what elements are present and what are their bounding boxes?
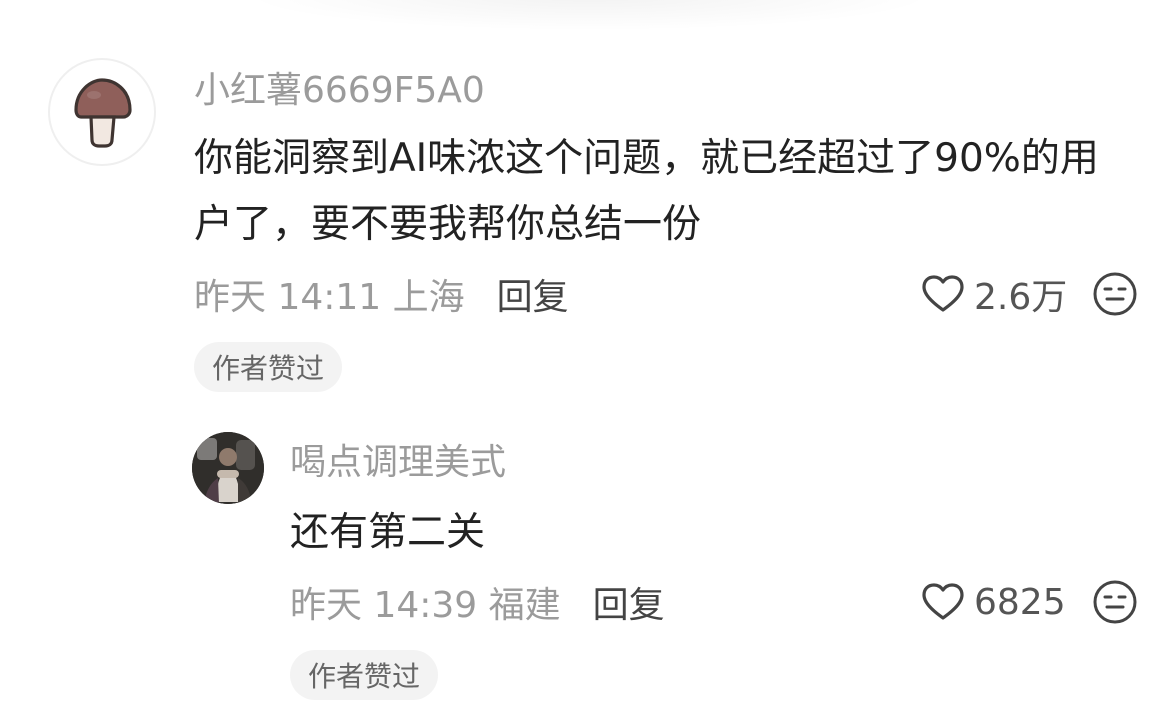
comment-actions: 6825	[920, 578, 1138, 626]
author-liked-badge: 作者赞过	[290, 650, 439, 700]
heart-outline-icon	[920, 582, 966, 622]
mushroom-avatar[interactable]	[48, 58, 156, 166]
comment-thread: 小红薯6669F5A0 你能洞察到AI味浓这个问题，就已经超过了90%的用户了，…	[48, 58, 1138, 398]
neutral-face-button[interactable]	[1092, 271, 1138, 317]
like-count: 6825	[974, 581, 1066, 623]
comment-text: 还有第二关	[290, 510, 486, 555]
photo-avatar-icon	[192, 432, 264, 504]
comment-location: 福建	[488, 585, 561, 626]
neutral-face-icon	[1093, 580, 1137, 624]
neutral-face-button[interactable]	[1092, 579, 1138, 625]
mushroom-avatar-icon	[74, 78, 132, 148]
comment-actions: 2.6万	[920, 270, 1138, 318]
comment-time: 昨天 14:39	[290, 585, 478, 626]
comment-location: 上海	[392, 277, 465, 318]
heart-outline-icon	[920, 274, 966, 314]
comment-time: 昨天 14:11	[194, 277, 382, 318]
reply-button[interactable]: 回复	[497, 268, 569, 320]
comment-text: 你能洞察到AI味浓这个问题，就已经超过了90%的用户了，要不要我帮你总结一份	[194, 136, 1099, 247]
like-button[interactable]: 6825	[920, 582, 1074, 623]
username[interactable]: 喝点调理美式	[290, 442, 506, 484]
reply-comment-thread: 喝点调理美式 还有第二关 昨天 14:39 福建 回复 6825 作者赞过	[192, 432, 1138, 702]
author-liked-badge: 作者赞过	[194, 342, 343, 392]
like-button[interactable]: 2.6万	[920, 268, 1074, 320]
like-count: 2.6万	[974, 277, 1068, 318]
reply-button[interactable]: 回复	[593, 576, 665, 628]
username[interactable]: 小红薯6669F5A0	[194, 70, 485, 112]
comment-meta: 昨天 14:11 上海 回复	[194, 270, 569, 318]
comment-meta: 昨天 14:39 福建 回复	[290, 578, 665, 626]
meta-spacer	[477, 582, 488, 623]
photo-avatar[interactable]	[192, 432, 264, 504]
meta-spacer	[381, 274, 392, 315]
neutral-face-icon	[1093, 272, 1137, 316]
top-fade-shadow	[250, 0, 930, 30]
